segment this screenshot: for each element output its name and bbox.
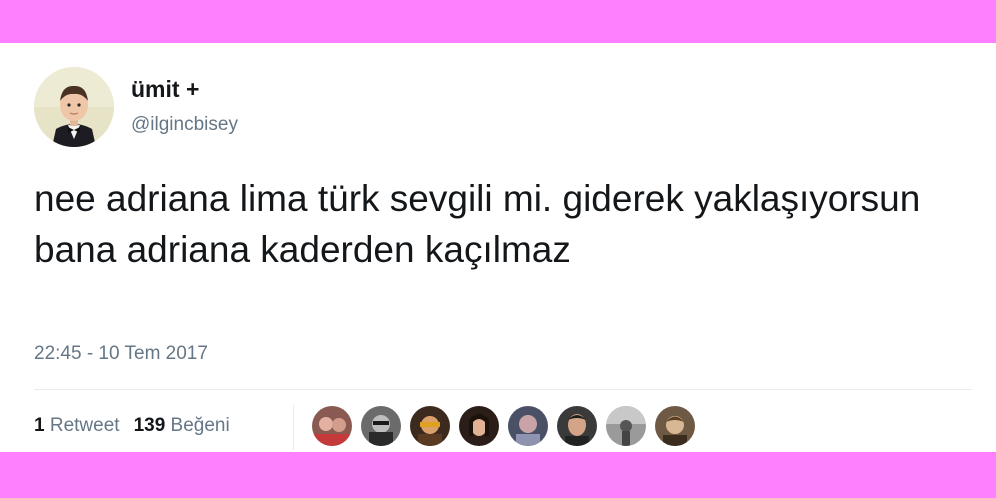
tweet-text: nee adriana lima türk sevgili mi. gidere… (34, 178, 921, 270)
tweet-card: ümit + @ilgincbisey nee adriana lima tür… (0, 43, 996, 452)
stats-divider (293, 405, 294, 450)
retweet-stat[interactable]: 1 Retweet (34, 415, 120, 436)
retweet-count: 1 (34, 415, 45, 436)
liker-avatar[interactable] (508, 406, 548, 446)
divider (34, 389, 972, 390)
tweet-stats: 1 Retweet 139 Beğeni (34, 414, 230, 438)
liker-avatar[interactable] (361, 406, 401, 446)
liker-avatar[interactable] (606, 406, 646, 446)
frame-top-border (0, 0, 996, 43)
liker-avatar[interactable] (459, 406, 499, 446)
avatar-image (34, 67, 114, 147)
author-avatar[interactable] (34, 67, 114, 147)
like-label: Beğeni (170, 415, 230, 436)
author-display-name[interactable]: ümit + (131, 75, 199, 103)
like-count: 139 (133, 415, 166, 436)
frame-bottom-border (0, 452, 996, 498)
liker-avatar[interactable] (410, 406, 450, 446)
author-handle[interactable]: @ilgincbisey (131, 113, 238, 137)
liker-avatar[interactable] (312, 406, 352, 446)
retweet-label: Retweet (49, 415, 120, 436)
tweet-timestamp[interactable]: 22:45 - 10 Tem 2017 (34, 342, 208, 366)
liker-avatar[interactable] (655, 406, 695, 446)
liker-avatar[interactable] (557, 406, 597, 446)
like-stat[interactable]: 139 Beğeni (134, 415, 230, 436)
